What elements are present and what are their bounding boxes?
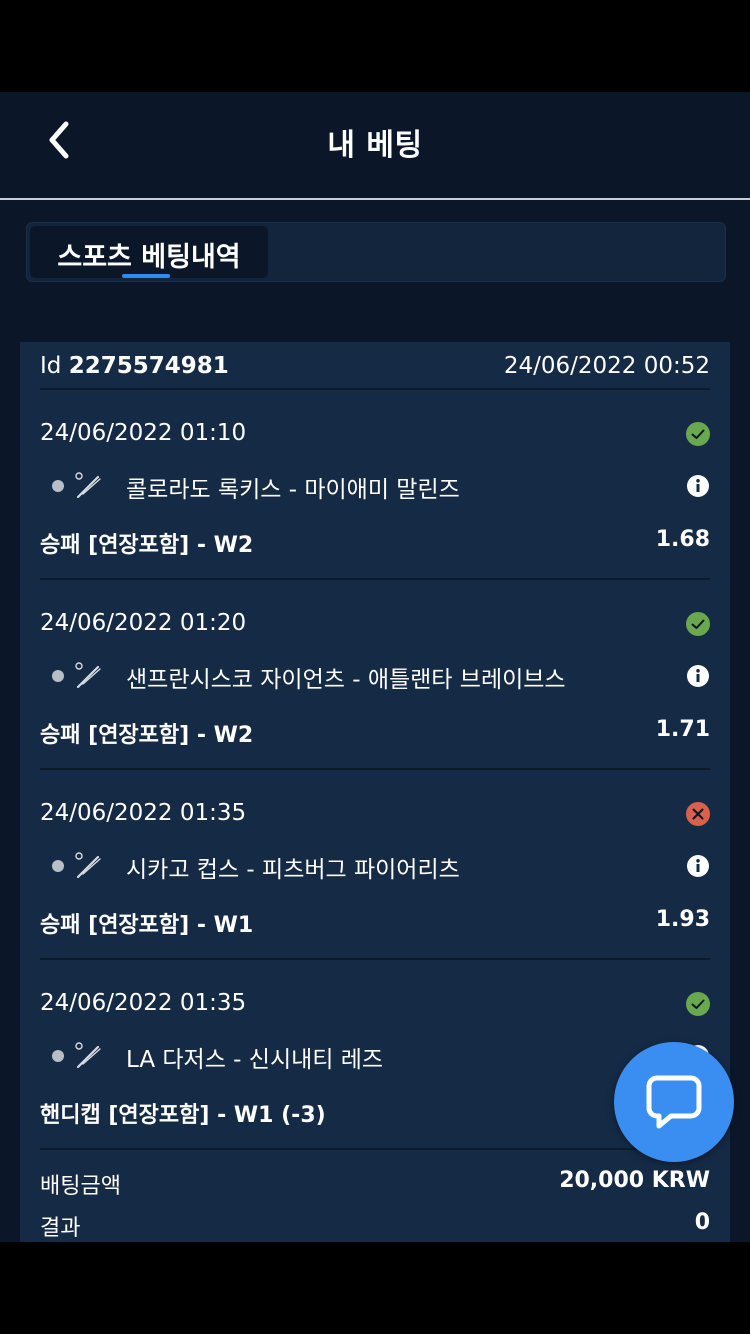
result-value: 0 [694, 1210, 710, 1235]
baseball-bat-icon [75, 1042, 101, 1069]
live-dot [52, 480, 64, 492]
bet-history-screen: 내 베팅 스포츠 베팅내역 Id 2275574981 24/06/2022 0… [0, 92, 750, 1242]
event-name: 시카고 컵스 - 피츠버그 파이어리츠 [126, 857, 460, 883]
chat-bubble-icon [646, 1075, 702, 1129]
bet-date: 24/06/2022 01:10 [40, 420, 247, 446]
tab-bar: 스포츠 베팅내역 [26, 222, 726, 282]
baseball-bat-icon [75, 472, 101, 499]
bet-odds: 1.68 [655, 527, 710, 552]
bet-market: 승패 [연장포함] - W2 [40, 723, 254, 748]
tab-sports-bet-history[interactable]: 스포츠 베팅내역 [30, 226, 268, 278]
live-dot [52, 1050, 64, 1062]
event-row: LA 다저스 - 신시내티 레즈 [40, 1040, 710, 1074]
ticket-id-value: 2275574981 [68, 353, 229, 379]
stake-value: 20,000 KRW [559, 1168, 710, 1193]
live-dot [52, 670, 64, 682]
info-icon[interactable] [686, 854, 710, 878]
ticket-created-date: 24/06/2022 00:52 [503, 353, 710, 379]
bet-market: 핸디캡 [연장포함] - W1 (-3) [40, 1103, 326, 1128]
event-row: 시카고 컵스 - 피츠버그 파이어리츠 [40, 850, 710, 884]
event-name: 샌프란시스코 자이언츠 - 애틀랜타 브레이브스 [126, 667, 566, 693]
bet-date: 24/06/2022 01:35 [40, 990, 247, 1016]
baseball-bat-icon [75, 852, 101, 879]
bet-odds: 1.93 [655, 907, 710, 932]
stake-row: 배팅금액 20,000 KRW [40, 1158, 710, 1200]
live-chat-button[interactable] [614, 1042, 734, 1162]
bet-item: 24/06/2022 01:35 LA 다저스 - 신시내티 레즈 핸디캡 [연… [40, 960, 710, 1150]
bet-item: 24/06/2022 01:10 콜로라도 록키스 - 마이애미 말린즈 승패 … [40, 390, 710, 580]
stake-label: 배팅금액 [40, 1174, 121, 1199]
ticket-id: Id 2275574981 [40, 353, 229, 379]
ticket-id-row: Id 2275574981 24/06/2022 00:52 [40, 342, 710, 390]
bet-market: 승패 [연장포함] - W1 [40, 913, 254, 938]
event-name: 콜로라도 록키스 - 마이애미 말린즈 [126, 477, 460, 503]
active-tab-indicator [122, 274, 170, 278]
baseball-bat-icon [75, 662, 101, 689]
event-row: 샌프란시스코 자이언츠 - 애틀랜타 브레이브스 [40, 660, 710, 694]
info-icon[interactable] [686, 664, 710, 688]
app-header: 내 베팅 [0, 92, 750, 200]
page-title: 내 베팅 [327, 128, 423, 163]
bet-item: 24/06/2022 01:35 시카고 컵스 - 피츠버그 파이어리츠 승패 … [40, 770, 710, 960]
info-icon[interactable] [686, 474, 710, 498]
bet-market: 승패 [연장포함] - W2 [40, 533, 254, 558]
x-circle-icon [686, 802, 710, 826]
check-circle-icon [686, 612, 710, 636]
bet-date: 24/06/2022 01:35 [40, 800, 247, 826]
bet-odds: 1.71 [655, 717, 710, 742]
event-row: 콜로라도 록키스 - 마이애미 말린즈 [40, 470, 710, 504]
tab-label: 스포츠 베팅내역 [57, 242, 241, 273]
live-dot [52, 860, 64, 872]
bet-item: 24/06/2022 01:20 샌프란시스코 자이언츠 - 애틀랜타 브레이브… [40, 580, 710, 770]
result-label: 결과 [40, 1216, 81, 1241]
result-row: 결과 0 [40, 1200, 710, 1242]
bet-date: 24/06/2022 01:20 [40, 610, 247, 636]
event-name: LA 다저스 - 신시내티 레즈 [126, 1047, 384, 1073]
check-circle-icon [686, 422, 710, 446]
check-circle-icon [686, 992, 710, 1016]
